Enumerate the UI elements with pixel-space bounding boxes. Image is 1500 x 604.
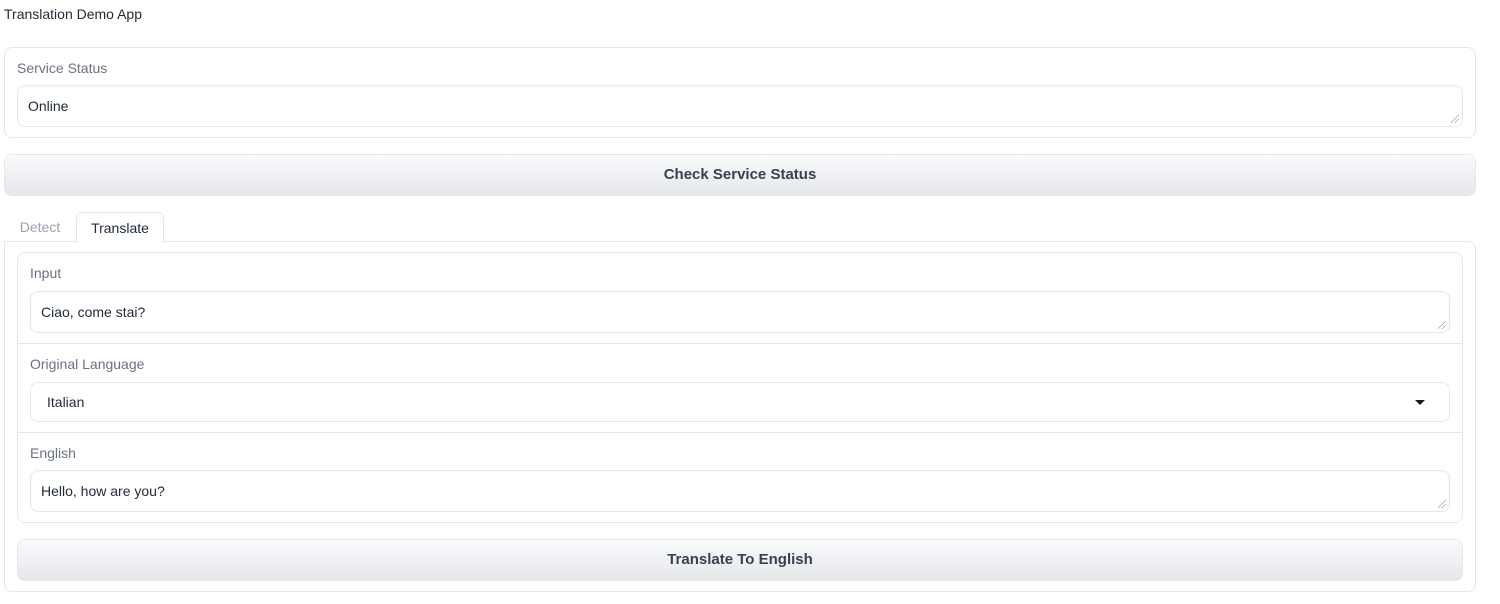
input-label: Input — [30, 265, 62, 281]
check-service-status-button[interactable]: Check Service Status — [4, 154, 1476, 196]
english-output-field[interactable]: Hello, how are you? — [30, 470, 1450, 512]
original-language-dropdown[interactable]: Italian — [30, 382, 1450, 422]
resize-grip-icon[interactable] — [1438, 500, 1446, 508]
service-status-block: Service Status Online — [4, 47, 1476, 138]
translate-tab-panel: Input Ciao, come stai? Original Language… — [4, 241, 1476, 592]
original-language-value: Italian — [47, 394, 85, 410]
english-output-value: Hello, how are you? — [41, 483, 165, 499]
english-output-label: English — [30, 445, 76, 461]
input-field[interactable]: Ciao, come stai? — [30, 291, 1450, 333]
service-status-value: Online — [28, 98, 69, 114]
resize-grip-icon[interactable] — [1451, 115, 1459, 123]
resize-grip-icon[interactable] — [1438, 321, 1446, 329]
tab-translate[interactable]: Translate — [76, 212, 164, 242]
original-language-label: Original Language — [30, 356, 145, 372]
caret-down-icon — [1415, 400, 1425, 405]
app-title: Translation Demo App — [4, 6, 142, 22]
input-value: Ciao, come stai? — [41, 304, 146, 320]
translate-to-english-button[interactable]: Translate To English — [17, 539, 1463, 581]
translate-form-group: Input Ciao, come stai? Original Language… — [17, 252, 1463, 523]
service-status-label: Service Status — [17, 60, 108, 76]
service-status-field[interactable]: Online — [17, 85, 1463, 127]
tabs-bar: Detect Translate — [4, 212, 1476, 242]
tab-detect[interactable]: Detect — [4, 212, 76, 242]
divider — [18, 432, 1462, 433]
divider — [18, 343, 1462, 344]
